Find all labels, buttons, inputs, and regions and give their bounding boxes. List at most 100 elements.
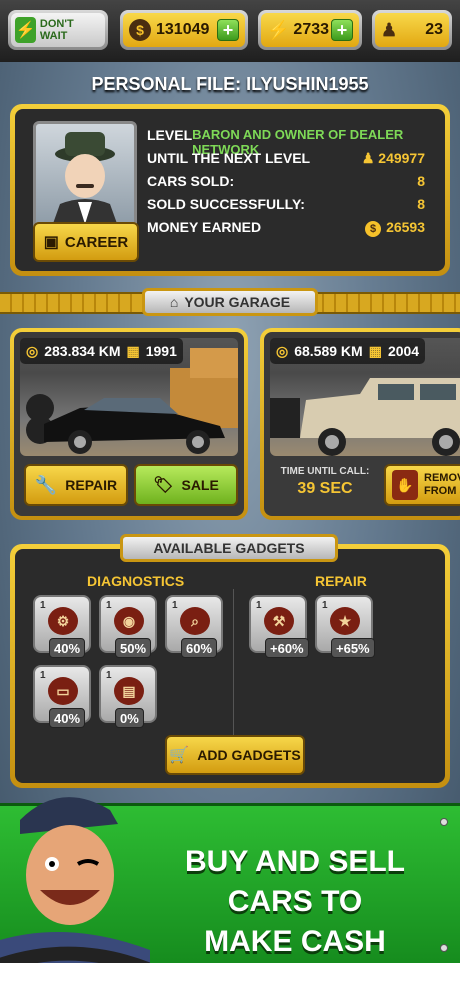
- dont-wait-button[interactable]: ⚡ DON'T WAIT: [8, 10, 108, 50]
- price-tag-icon: 🏷: [153, 477, 174, 494]
- repair-label: REPAIR: [65, 477, 118, 493]
- mechanic-mascot: [0, 780, 153, 980]
- gadget-percent: 50%: [115, 638, 152, 658]
- profile-row-sold-success: SOLD SUCCESSFULLY: 8: [147, 196, 425, 212]
- energy-counter[interactable]: ⚡ 2733 +: [258, 10, 362, 50]
- gadget-mechanic[interactable]: 1 ⚒ +60%: [249, 595, 309, 658]
- dont-wait-label: DON'T WAIT: [39, 18, 74, 42]
- gadget-level: 1: [322, 600, 328, 611]
- divider: [233, 589, 234, 749]
- steering-wheel-icon: ◉: [114, 607, 144, 635]
- add-gadgets-button[interactable]: 🛒 ADD GADGETS: [165, 735, 305, 775]
- calendar-icon: ▦: [368, 342, 382, 359]
- mechanic-icon: ⚒: [264, 607, 294, 635]
- dollar-coin-icon: $: [365, 221, 382, 237]
- lightning-icon: ⚡: [267, 19, 290, 40]
- sale-label: SALE: [181, 477, 219, 493]
- next-level-label: UNTIL THE NEXT LEVEL: [147, 150, 311, 166]
- document-search-icon: ▤: [114, 677, 144, 705]
- add-money-button[interactable]: +: [217, 19, 239, 41]
- gadget-steering[interactable]: 1 ◉ 50%: [99, 595, 157, 658]
- sale-button[interactable]: 🏷 SALE: [134, 464, 238, 506]
- page-title: PERSONAL FILE: ILYUSHIN1955: [91, 74, 369, 94]
- police-badge-icon: ★: [330, 607, 360, 635]
- lightning-icon: ⚡: [15, 17, 36, 43]
- car-card-1[interactable]: ◎ 283.834 KM ▦ 1991 🔧 REPAIR 🏷 SALE: [10, 328, 248, 520]
- stop-hand-icon: ✋: [392, 470, 418, 500]
- gadget-level: 1: [40, 600, 46, 611]
- bottom-strip: [0, 963, 460, 1000]
- top-bar: ⚡ DON'T WAIT $ 131049 + ⚡ 2733 + ♟ 23: [0, 0, 460, 62]
- add-energy-button[interactable]: +: [331, 19, 353, 41]
- gadget-level: 1: [106, 600, 112, 611]
- gadget-level: 1: [256, 600, 262, 611]
- remove-label: REMOVE FROM SA: [424, 472, 460, 497]
- gadget-percent: 60%: [181, 638, 218, 658]
- briefcase-icon: ▣: [43, 234, 59, 251]
- car-year: 2004: [387, 343, 420, 359]
- sold-success-value: 8: [417, 196, 425, 212]
- money-value: 131049: [156, 21, 210, 38]
- cart-icon: 🛒: [169, 747, 190, 764]
- profile-row-money-earned: MONEY EARNED $26593: [147, 219, 425, 237]
- money-counter[interactable]: $ 131049 +: [120, 10, 248, 50]
- garage-icon: ⌂: [169, 294, 179, 310]
- sold-success-label: SOLD SUCCESSFULLY:: [147, 196, 305, 212]
- add-gadgets-label: ADD GADGETS: [197, 747, 301, 763]
- rivet: [440, 818, 448, 826]
- person-icon: ♟: [361, 150, 379, 166]
- gadget-percent: 0%: [115, 708, 144, 728]
- gadget-level: 1: [106, 670, 112, 681]
- call-timer: TIME UNTIL CALL: 39 SEC: [272, 466, 378, 498]
- energy-value: 2733: [293, 21, 330, 38]
- repair-title: REPAIR: [315, 573, 367, 589]
- gadget-engine[interactable]: 1 ⚙ 40%: [33, 595, 91, 658]
- garage-tag: ⌂ YOUR GARAGE: [142, 288, 318, 316]
- diagnostics-title: DIAGNOSTICS: [87, 573, 185, 589]
- money-earned-number: 26593: [386, 219, 425, 235]
- next-level-value: ♟ 249977: [362, 150, 425, 167]
- gadget-inspect[interactable]: 1 ⌕ 60%: [165, 595, 223, 658]
- car-stats: ◎ 283.834 KM ▦ 1991: [20, 338, 183, 364]
- car-stats: ◎ 68.589 KM ▦ 2004: [270, 338, 426, 364]
- people-value: 23: [425, 21, 443, 38]
- car-year: 1991: [145, 343, 177, 359]
- career-button[interactable]: ▣ CAREER: [33, 222, 139, 262]
- gadget-level: 1: [40, 670, 46, 681]
- car-km: 283.834 KM: [44, 343, 121, 359]
- next-level-number: 249977: [378, 150, 425, 166]
- gadget-percent: +65%: [331, 638, 375, 658]
- gadget-documents[interactable]: 1 ▤ 0%: [99, 665, 157, 728]
- gadget-level: 1: [172, 600, 178, 611]
- gadget-percent: +60%: [265, 638, 309, 658]
- car-card-2[interactable]: ◎ 68.589 KM ▦ 2004 TIME UNTIL CALL: 39 S…: [260, 328, 460, 520]
- repair-button[interactable]: 🔧 REPAIR: [24, 464, 128, 506]
- promo-text: BUY AND SELL CARS TO MAKE CASH: [140, 842, 450, 962]
- profile-row-cars-sold: CARS SOLD: 8: [147, 173, 425, 189]
- calendar-icon: ▦: [126, 342, 140, 359]
- time-until-call-label: TIME UNTIL CALL:: [280, 466, 370, 477]
- time-until-call-value: 39 SEC: [297, 480, 353, 497]
- car-icon: ▭: [48, 677, 78, 705]
- gadget-police[interactable]: 1 ★ +65%: [315, 595, 375, 658]
- people-counter[interactable]: ♟ 23: [372, 10, 452, 50]
- remove-from-sale-button[interactable]: ✋ REMOVE FROM SA: [384, 464, 460, 506]
- profile-row-next-level: UNTIL THE NEXT LEVEL ♟ 249977: [147, 150, 425, 167]
- player-avatar: [33, 121, 137, 235]
- gadget-percent: 40%: [49, 708, 86, 728]
- gadget-body-check[interactable]: 1 ▭ 40%: [33, 665, 91, 728]
- cars-sold-value: 8: [417, 173, 425, 189]
- magnifier-icon: ⌕: [180, 607, 210, 635]
- money-earned-value: $26593: [365, 219, 425, 237]
- gadgets-tag: AVAILABLE GADGETS: [120, 534, 338, 562]
- dollar-coin-icon: $: [129, 19, 151, 41]
- wrench-icon: 🔧: [34, 474, 58, 495]
- gadgets-title: AVAILABLE GADGETS: [153, 540, 305, 556]
- odometer-icon: ◎: [276, 342, 289, 359]
- garage-title: YOUR GARAGE: [184, 294, 291, 310]
- profile-panel: ▣ CAREER LEVEL BARON AND OWNER OF DEALER…: [10, 104, 450, 276]
- person-icon: ♟: [381, 19, 398, 40]
- gadget-percent: 40%: [49, 638, 86, 658]
- odometer-icon: ◎: [26, 342, 39, 359]
- cars-sold-label: CARS SOLD:: [147, 173, 235, 189]
